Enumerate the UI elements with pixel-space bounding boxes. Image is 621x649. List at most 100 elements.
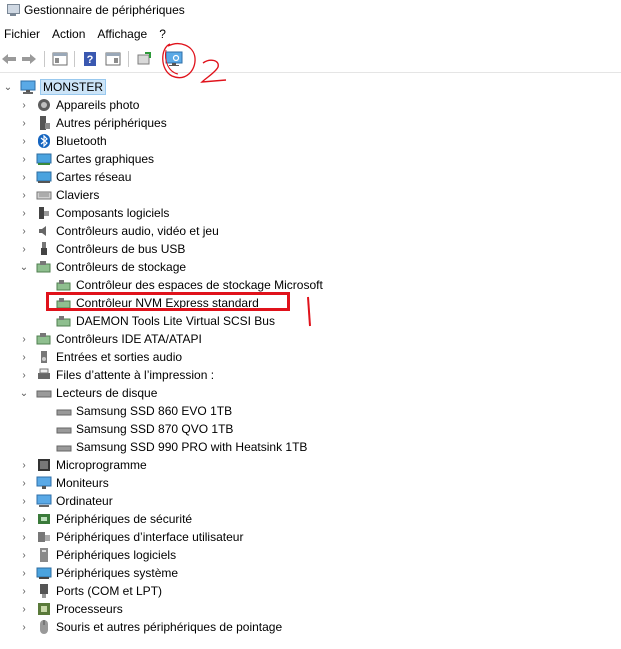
tree-item[interactable]: ⌄ Lecteurs de disque bbox=[0, 384, 158, 402]
ide-controller-icon bbox=[36, 331, 52, 347]
chevron-right-icon[interactable]: › bbox=[18, 477, 30, 489]
title-bar: Gestionnaire de périphériques bbox=[0, 0, 621, 20]
firmware-icon bbox=[36, 457, 52, 473]
chevron-right-icon[interactable]: › bbox=[18, 603, 30, 615]
tree-item[interactable]: › Souris et autres périphériques de point… bbox=[0, 618, 282, 636]
tree-item[interactable]: › Périphériques d’interface utilisateur bbox=[0, 528, 243, 546]
monitor-icon bbox=[36, 475, 52, 491]
tree-item[interactable]: › Cartes graphiques bbox=[0, 150, 154, 168]
tree-child-item[interactable]: Samsung SSD 860 EVO 1TB bbox=[0, 402, 232, 420]
chevron-right-icon[interactable]: › bbox=[18, 549, 30, 561]
child-disk-icon bbox=[56, 421, 72, 437]
tree-item[interactable]: › Périphériques système bbox=[0, 564, 178, 582]
chevron-down-icon[interactable]: ⌄ bbox=[18, 261, 30, 273]
tree-item-label: Lecteurs de disque bbox=[56, 386, 158, 400]
chevron-right-icon[interactable]: › bbox=[18, 495, 30, 507]
tree-child-label: DAEMON Tools Lite Virtual SCSI Bus bbox=[76, 314, 275, 328]
tree-item-label: Cartes réseau bbox=[56, 170, 132, 184]
tree-item[interactable]: › Moniteurs bbox=[0, 474, 108, 492]
show-hide-icon[interactable] bbox=[104, 50, 122, 68]
tree-item[interactable]: › Périphériques de sécurité bbox=[0, 510, 192, 528]
hid-icon bbox=[36, 529, 52, 545]
scan-hardware-icon[interactable] bbox=[165, 50, 183, 68]
tree-item[interactable]: › Cartes réseau bbox=[0, 168, 131, 186]
security-device-icon bbox=[36, 511, 52, 527]
menu-action[interactable]: Action bbox=[48, 27, 93, 41]
chevron-right-icon[interactable]: › bbox=[18, 225, 30, 237]
chevron-right-icon[interactable]: › bbox=[18, 117, 30, 129]
tree-child-label: Samsung SSD 870 QVO 1TB bbox=[76, 422, 234, 436]
tree-item-label: Claviers bbox=[56, 188, 100, 202]
tree-item-label: Ordinateur bbox=[56, 494, 113, 508]
back-icon[interactable] bbox=[0, 50, 18, 68]
software-component-icon bbox=[36, 205, 52, 221]
tree-item-label: Processeurs bbox=[56, 602, 123, 616]
tree-item[interactable]: › Processeurs bbox=[0, 600, 123, 618]
chevron-right-icon[interactable]: › bbox=[18, 243, 30, 255]
tree-item[interactable]: › Bluetooth bbox=[0, 132, 107, 150]
tree-child-item[interactable]: Samsung SSD 990 PRO with Heatsink 1TB bbox=[0, 438, 307, 456]
port-icon bbox=[36, 583, 52, 599]
menu-affichage[interactable]: Affichage bbox=[93, 27, 155, 41]
network-adapter-icon bbox=[36, 169, 52, 185]
tree-child-label: Contrôleur des espaces de stockage Micro… bbox=[76, 278, 323, 292]
menu-help[interactable]: ? bbox=[155, 27, 174, 41]
properties-icon[interactable] bbox=[51, 50, 69, 68]
menu-fichier[interactable]: Fichier bbox=[0, 27, 48, 41]
tree-item[interactable]: › Autres périphériques bbox=[0, 114, 167, 132]
chevron-right-icon[interactable]: › bbox=[18, 459, 30, 471]
tree-item[interactable]: › Ports (COM et LPT) bbox=[0, 582, 162, 600]
chevron-right-icon[interactable]: › bbox=[18, 513, 30, 525]
chevron-right-icon[interactable]: › bbox=[18, 621, 30, 633]
tree-item-label: Appareils photo bbox=[56, 98, 140, 112]
forward-icon[interactable] bbox=[20, 50, 38, 68]
chevron-right-icon[interactable]: › bbox=[18, 207, 30, 219]
tree-item-label: Périphériques système bbox=[56, 566, 179, 580]
root-label: MONSTER bbox=[40, 79, 106, 95]
tree-item[interactable]: › Ordinateur bbox=[0, 492, 113, 510]
chevron-right-icon[interactable]: › bbox=[18, 567, 30, 579]
device-manager-icon bbox=[6, 3, 20, 17]
tree-item[interactable]: › Contrôleurs audio, vidéo et jeu bbox=[0, 222, 218, 240]
tree-root[interactable]: ⌄ MONSTER bbox=[0, 78, 106, 96]
tree-item[interactable]: › Contrôleurs IDE ATA/ATAPI bbox=[0, 330, 202, 348]
chevron-right-icon[interactable]: › bbox=[18, 189, 30, 201]
chevron-right-icon[interactable]: › bbox=[18, 171, 30, 183]
tree-child-item[interactable]: Samsung SSD 870 QVO 1TB bbox=[0, 420, 233, 438]
chevron-down-icon[interactable]: ⌄ bbox=[18, 387, 30, 399]
chevron-right-icon[interactable]: › bbox=[18, 585, 30, 597]
tree-item[interactable]: › Composants logiciels bbox=[0, 204, 169, 222]
tree-item-label: Contrôleurs de stockage bbox=[56, 260, 187, 274]
chevron-right-icon[interactable]: › bbox=[18, 153, 30, 165]
tree-item[interactable]: › Appareils photo bbox=[0, 96, 139, 114]
chevron-right-icon[interactable]: › bbox=[18, 369, 30, 381]
chevron-down-icon[interactable]: ⌄ bbox=[2, 81, 14, 93]
update-driver-icon[interactable] bbox=[135, 50, 153, 68]
help-icon[interactable]: ? bbox=[81, 50, 99, 68]
tree-item-label: Contrôleurs IDE ATA/ATAPI bbox=[56, 332, 202, 346]
chevron-right-icon[interactable]: › bbox=[18, 333, 30, 345]
chevron-right-icon[interactable]: › bbox=[18, 99, 30, 111]
tree-item[interactable]: ⌄ Contrôleurs de stockage bbox=[0, 258, 186, 276]
chevron-right-icon[interactable]: › bbox=[18, 531, 30, 543]
tree-item[interactable]: › Microprogramme bbox=[0, 456, 146, 474]
tree-item[interactable]: › Contrôleurs de bus USB bbox=[0, 240, 185, 258]
menu-bar: Fichier Action Affichage ? bbox=[0, 24, 621, 44]
child-disk-icon bbox=[56, 403, 72, 419]
chevron-right-icon[interactable]: › bbox=[18, 351, 30, 363]
software-device-icon bbox=[36, 547, 52, 563]
audio-icon bbox=[36, 223, 52, 239]
annotation-text: 2 bbox=[203, 75, 204, 77]
tree-item-label: Périphériques de sécurité bbox=[56, 512, 193, 526]
tree-child-label: Samsung SSD 990 PRO with Heatsink 1TB bbox=[76, 440, 308, 454]
tree-item[interactable]: › Files d’attente à l’impression : bbox=[0, 366, 214, 384]
tree-item[interactable]: › Entrées et sorties audio bbox=[0, 348, 182, 366]
tree-item[interactable]: › Périphériques logiciels bbox=[0, 546, 176, 564]
window-title: Gestionnaire de périphériques bbox=[24, 3, 185, 17]
tree-item[interactable]: › Claviers bbox=[0, 186, 99, 204]
unknown-device-icon bbox=[36, 115, 52, 131]
tree-child-item[interactable]: DAEMON Tools Lite Virtual SCSI Bus bbox=[0, 312, 275, 330]
usb-icon bbox=[36, 241, 52, 257]
chevron-right-icon[interactable]: › bbox=[18, 135, 30, 147]
processor-icon bbox=[36, 601, 52, 617]
